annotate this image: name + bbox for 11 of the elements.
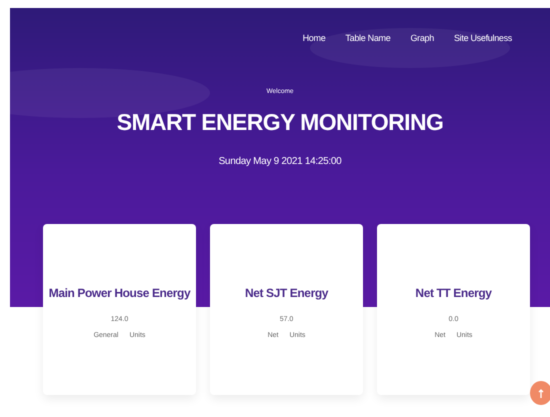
card-title: Net SJT Energy — [244, 286, 328, 300]
page-title: SMART ENERGY MONITORING — [116, 109, 444, 136]
nav-link[interactable]: Site Usefulness — [454, 33, 512, 43]
date-time: Sunday May 9 2021 14:25:00 — [218, 156, 342, 167]
nav-link[interactable]: Table Name — [345, 33, 390, 43]
nav-link[interactable]: Home — [302, 33, 326, 43]
card-title: Net TT Energy — [415, 286, 492, 300]
card-title: Main Power House Energy — [48, 286, 190, 300]
nav-link[interactable]: Graph — [410, 33, 434, 43]
scroll-top-button[interactable] — [530, 381, 550, 405]
arrow-up-icon — [538, 388, 544, 398]
